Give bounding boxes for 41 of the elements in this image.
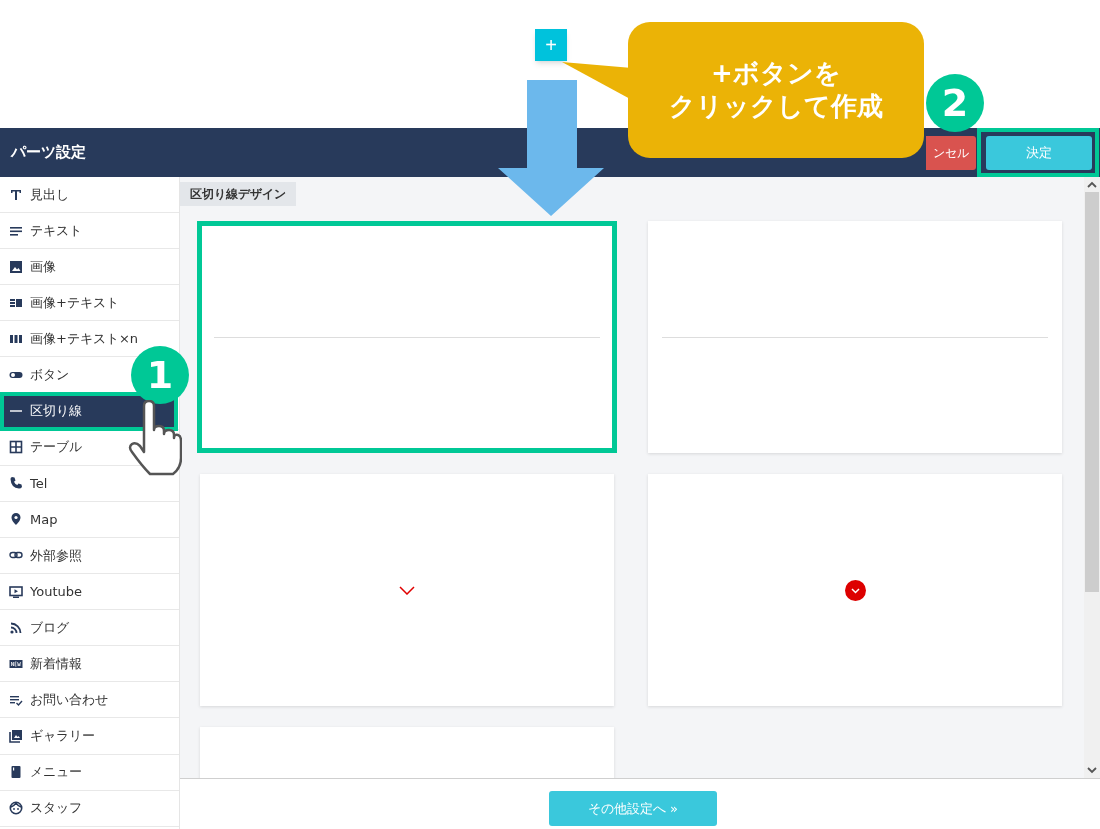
design-option-card[interactable]: [197, 221, 617, 453]
panel-title: パーツ設定: [11, 142, 86, 164]
book-icon: [9, 765, 23, 780]
step-badge: 2: [926, 74, 984, 132]
callout-text: +ボタンを クリックして作成: [628, 22, 924, 158]
phone-icon: [9, 476, 23, 491]
design-option-card[interactable]: [200, 474, 614, 706]
sidebar-item[interactable]: 見出し: [9, 177, 69, 213]
face-icon: [9, 801, 23, 816]
sidebar-item[interactable]: 画像+テキスト: [9, 285, 119, 321]
scroll-down-icon[interactable]: [1087, 765, 1097, 775]
dash-icon: [10, 410, 22, 413]
gallery-icon: [9, 728, 23, 743]
sidebar-item[interactable]: Youtube: [9, 574, 82, 610]
sidebar-item[interactable]: テーブル: [9, 429, 82, 465]
map-pin-icon: [9, 512, 23, 527]
sidebar-item[interactable]: ギャラリー: [9, 718, 95, 754]
sidebar-item[interactable]: 外部参照: [9, 537, 82, 574]
rss-icon: [9, 620, 23, 635]
sidebar-item[interactable]: お問い合わせ: [9, 682, 108, 718]
scrollbar-thumb[interactable]: [1085, 192, 1099, 592]
sidebar-item[interactable]: ボタン: [9, 357, 69, 393]
scrollbar[interactable]: [1084, 177, 1100, 778]
sidebar-item[interactable]: テキスト: [9, 213, 82, 249]
sidebar-item[interactable]: スタッフ: [9, 790, 82, 826]
design-option-card[interactable]: [648, 474, 1062, 706]
sidebar-item[interactable]: ブログ: [9, 610, 69, 646]
sidebar-item[interactable]: Tel: [9, 465, 48, 501]
image-icon: [9, 259, 23, 274]
sidebar-item[interactable]: メニュー: [9, 754, 82, 790]
sidebar-item[interactable]: Map: [9, 501, 58, 537]
text-t-icon: [9, 187, 23, 202]
scroll-up-icon[interactable]: [1087, 180, 1097, 190]
circle-chevron-down-icon: [844, 579, 866, 601]
chevron-down-icon: [399, 585, 415, 595]
video-play-icon: [9, 584, 23, 599]
table-icon: [9, 440, 23, 455]
sidebar-item[interactable]: 画像: [9, 249, 56, 285]
sidebar-item[interactable]: 新着情報: [9, 646, 82, 682]
design-option-card[interactable]: [648, 221, 1062, 453]
cancel-button[interactable]: ンセル: [926, 135, 976, 170]
